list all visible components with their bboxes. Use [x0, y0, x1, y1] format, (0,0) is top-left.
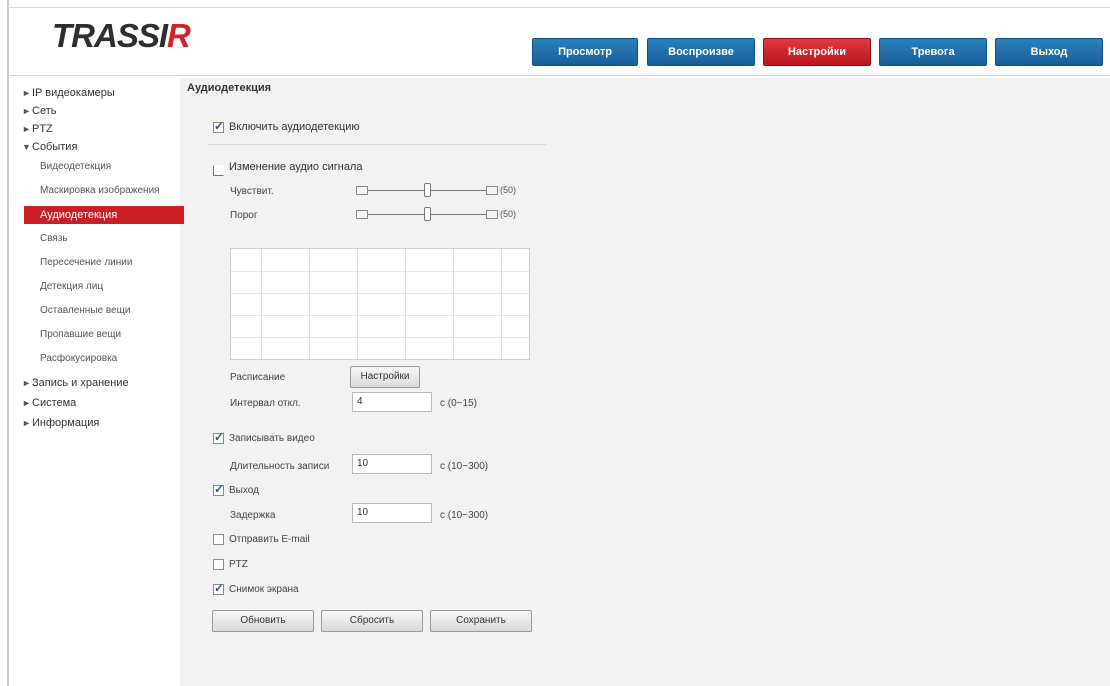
- slider-minus-button[interactable]: [356, 210, 368, 219]
- slider-plus-button[interactable]: [486, 210, 498, 219]
- output-delay-unit: с (10~300): [440, 510, 489, 521]
- slider-minus-button[interactable]: [356, 186, 368, 195]
- slider-plus-button[interactable]: [486, 186, 498, 195]
- record-checkbox[interactable]: [213, 430, 224, 444]
- interval-label: Интервал откл.: [230, 398, 301, 409]
- tab-settings[interactable]: Настройки: [763, 38, 871, 66]
- save-button[interactable]: Сохранить: [430, 610, 532, 632]
- expand-arrow-icon: ►: [22, 398, 31, 408]
- sidebar-item-storage[interactable]: ►Запись и хранение: [22, 374, 129, 392]
- graph-gridline: [309, 249, 310, 359]
- tab-playback[interactable]: Воспроизве: [647, 38, 755, 66]
- sensitivity-label: Чувствит.: [230, 186, 274, 197]
- refresh-button[interactable]: Обновить: [212, 610, 314, 632]
- interval-unit: с (0~15): [440, 398, 477, 409]
- interval-input[interactable]: 4: [352, 392, 432, 412]
- output-delay-input[interactable]: 10: [352, 503, 432, 523]
- graph-gridline: [231, 293, 529, 294]
- expand-arrow-icon: ►: [22, 106, 31, 116]
- sidebar-item-ptz[interactable]: ►PTZ: [22, 120, 53, 138]
- sidebar-item-line-crossing[interactable]: Пересечение линии: [40, 254, 132, 272]
- sidebar-item-audio-detection[interactable]: Аудиодетекция: [24, 206, 184, 224]
- graph-gridline: [231, 271, 529, 272]
- header-divider: [10, 75, 1110, 76]
- sidebar-item-info[interactable]: ►Информация: [22, 414, 99, 432]
- sidebar-item-network[interactable]: ►Сеть: [22, 102, 56, 120]
- audio-level-graph: [230, 248, 530, 360]
- graph-gridline: [405, 249, 406, 359]
- section-divider: [208, 144, 546, 145]
- sidebar-item-ip-cameras[interactable]: ►IP видеокамеры: [22, 84, 115, 102]
- tab-logout[interactable]: Выход: [995, 38, 1103, 66]
- sidebar-item-motion[interactable]: Видеодетекция: [40, 158, 111, 176]
- sidebar-item-defocus[interactable]: Расфокусировка: [40, 350, 117, 368]
- graph-gridline: [501, 249, 502, 359]
- audio-anomaly-label: Изменение аудио сигнала: [229, 161, 363, 173]
- graph-gridline: [261, 249, 262, 359]
- output-checkbox[interactable]: [213, 482, 224, 496]
- sidebar-item-events[interactable]: ▼События: [22, 138, 77, 156]
- threshold-slider-thumb[interactable]: [423, 207, 431, 221]
- schedule-settings-button[interactable]: Настройки: [350, 366, 420, 388]
- window-left-border: [7, 0, 9, 686]
- record-label: Записывать видео: [229, 433, 315, 444]
- ptz-label: PTZ: [229, 559, 248, 570]
- tab-view[interactable]: Просмотр: [532, 38, 638, 66]
- threshold-value: (50): [500, 209, 517, 219]
- expand-arrow-icon: ►: [22, 88, 31, 98]
- output-delay-label: Задержка: [230, 510, 276, 521]
- record-delay-label: Длительность записи: [230, 461, 330, 472]
- sidebar-item-connection[interactable]: Связь: [40, 230, 68, 248]
- ptz-checkbox[interactable]: [213, 559, 224, 570]
- expand-arrow-icon: ►: [22, 124, 31, 134]
- window-top-border: [7, 7, 1110, 8]
- expand-arrow-icon: ►: [22, 378, 31, 388]
- record-delay-input[interactable]: 10: [352, 454, 432, 474]
- sidebar-item-missing-objects[interactable]: Пропавшие вещи: [40, 326, 121, 344]
- schedule-label: Расписание: [230, 372, 286, 383]
- enable-audio-checkbox[interactable]: [213, 119, 224, 133]
- graph-gridline: [231, 315, 529, 316]
- tab-alarm[interactable]: Тревога: [879, 38, 987, 66]
- graph-gridline: [357, 249, 358, 359]
- graph-gridline: [231, 337, 529, 338]
- sidebar-item-face-detection[interactable]: Детекция лиц: [40, 278, 103, 296]
- threshold-label: Порог: [230, 210, 258, 221]
- snapshot-checkbox[interactable]: [213, 581, 224, 595]
- enable-audio-label: Включить аудиодетекцию: [229, 121, 360, 133]
- sidebar-item-system[interactable]: ►Система: [22, 394, 76, 412]
- record-delay-unit: с (10~300): [440, 461, 489, 472]
- sensitivity-slider-thumb[interactable]: [423, 183, 431, 197]
- email-checkbox[interactable]: [213, 534, 224, 545]
- output-label: Выход: [229, 485, 259, 496]
- trassir-logo: TRASSIR: [52, 17, 191, 54]
- sidebar-item-masking[interactable]: Маскировка изображения: [40, 182, 160, 200]
- collapse-arrow-icon: ▼: [22, 142, 31, 152]
- email-label: Отправить E-mail: [229, 534, 310, 545]
- default-button[interactable]: Сбросить: [321, 610, 423, 632]
- graph-gridline: [453, 249, 454, 359]
- audio-anomaly-checkbox[interactable]: [213, 165, 224, 176]
- sidebar-item-left-objects[interactable]: Оставленные вещи: [40, 302, 130, 320]
- sensitivity-value: (50): [500, 185, 517, 195]
- page-title: Аудиодетекция: [187, 82, 272, 94]
- expand-arrow-icon: ►: [22, 418, 31, 428]
- snapshot-label: Снимок экрана: [229, 584, 299, 595]
